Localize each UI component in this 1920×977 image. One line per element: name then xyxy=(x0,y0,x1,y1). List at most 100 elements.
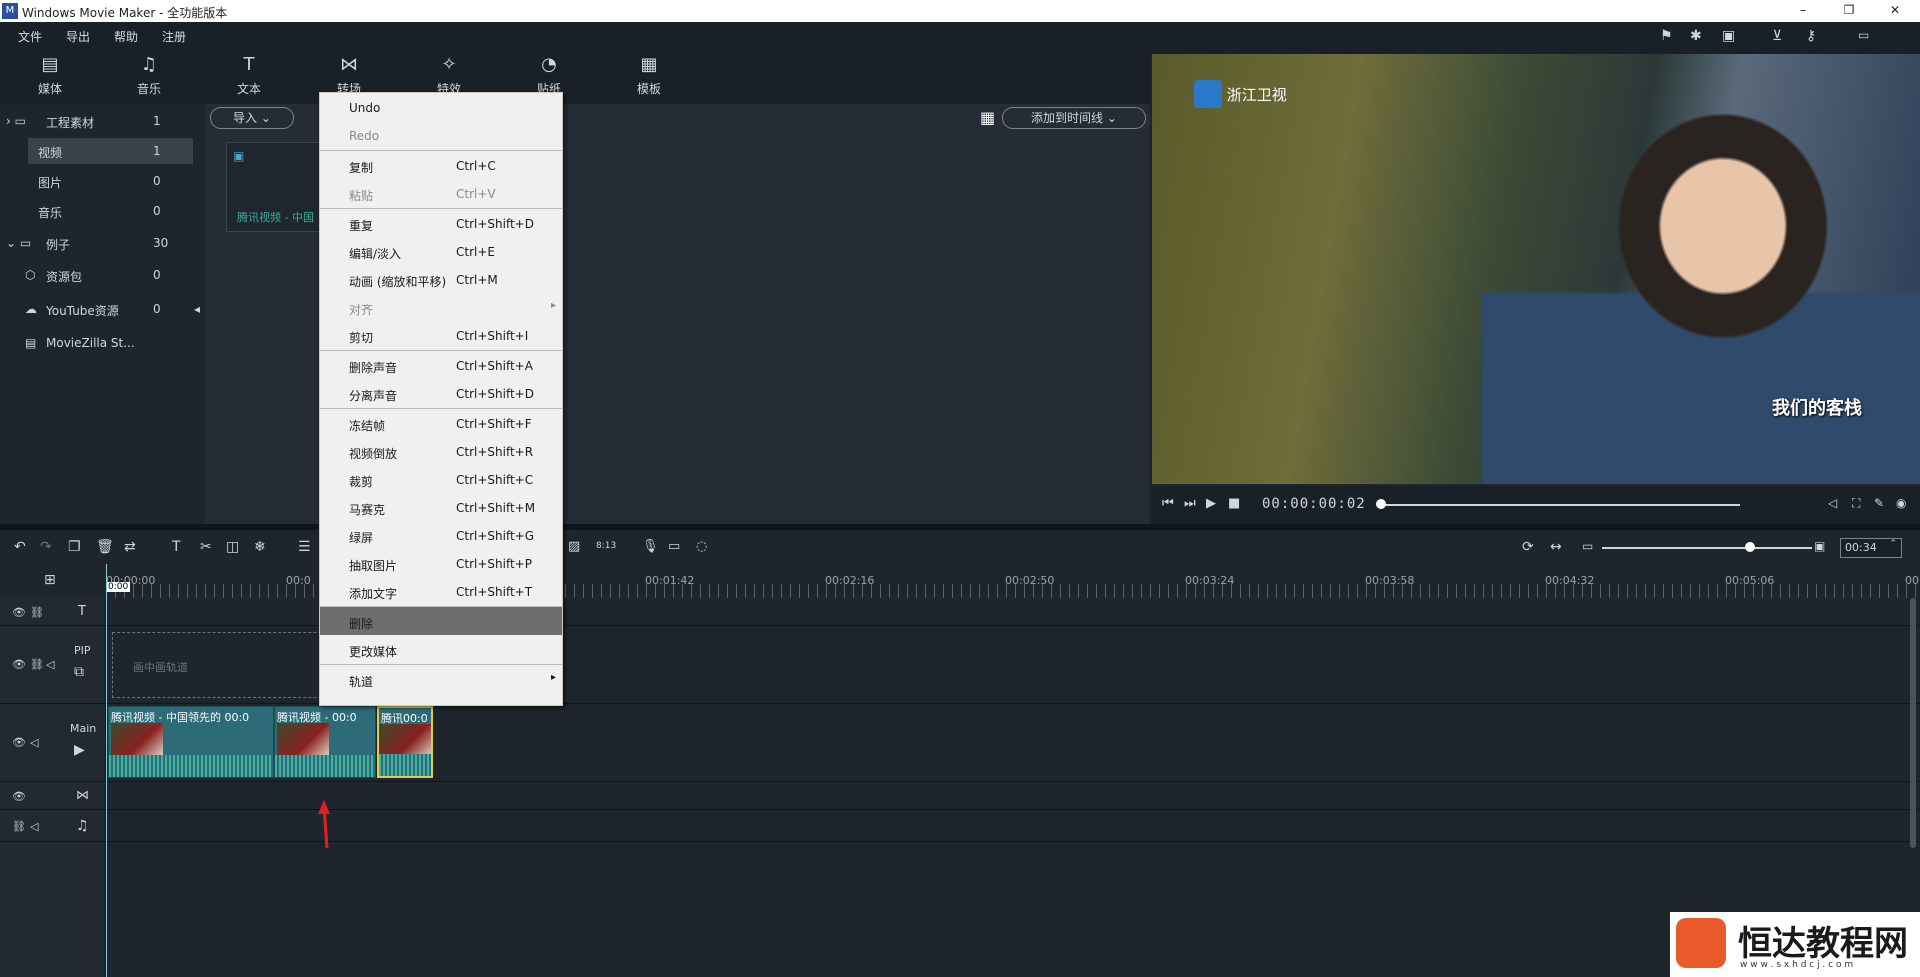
context-menu-item[interactable]: 裁剪 Ctrl+Shift+C xyxy=(320,465,562,493)
aspect-icon[interactable]: ▭ xyxy=(1858,28,1869,42)
context-menu-item[interactable]: Undo xyxy=(320,93,562,121)
timeline-ruler[interactable]: ⊞ 00:00:00 00:0 00:01:42 00:02:16 00:02:… xyxy=(0,564,1920,598)
context-menu-item[interactable]: 抽取图片 Ctrl+Shift+P xyxy=(320,549,562,577)
zoom-out-icon[interactable]: ▭ xyxy=(1582,539,1593,553)
context-menu-item[interactable]: 更改媒体 xyxy=(320,635,562,663)
minimize-icon[interactable]: – xyxy=(1788,0,1818,22)
fit-width-icon[interactable]: ↔ xyxy=(1550,539,1562,555)
link-icon[interactable]: ⛓ xyxy=(30,606,44,619)
context-menu-item[interactable]: 剪切 Ctrl+Shift+I xyxy=(320,321,562,349)
timeline-clip-selected[interactable]: 腾讯00:0 xyxy=(377,706,433,778)
tree-item-video[interactable]: 视频 1 xyxy=(28,138,193,164)
skip-start-icon[interactable]: ⏮ xyxy=(1162,496,1174,511)
save-icon[interactable]: ▣ xyxy=(1722,28,1735,44)
cart-icon[interactable]: ⊻ xyxy=(1772,28,1782,44)
tree-item-youtube[interactable]: ☁ YouTube资源 0 ◂ xyxy=(0,296,205,322)
close-icon[interactable]: ✕ xyxy=(1880,0,1910,22)
context-menu-item[interactable]: 冻结帧 Ctrl+Shift+F xyxy=(320,409,562,437)
align-icon[interactable]: ☰ xyxy=(298,539,311,555)
zoom-in-icon[interactable]: ▣ xyxy=(1814,539,1825,553)
track-manager-icon[interactable]: ⊞ xyxy=(44,572,56,588)
seek-slider[interactable] xyxy=(1380,504,1740,506)
context-menu-item[interactable]: 删除 xyxy=(320,607,562,635)
pin-icon[interactable]: ⚑ xyxy=(1660,28,1673,44)
context-menu-item[interactable]: 重复 Ctrl+Shift+D xyxy=(320,209,562,237)
timeline-clip[interactable]: 腾讯视频 - 00:0 xyxy=(274,706,376,778)
eye-icon[interactable]: 👁 xyxy=(12,736,26,749)
delete-icon[interactable]: 🗑 xyxy=(96,539,114,555)
add-to-timeline-dropdown[interactable]: 添加到时间线 ⌄ xyxy=(1002,107,1146,129)
undo-icon[interactable]: ↶ xyxy=(14,539,26,555)
tree-item-project[interactable]: › ▭ 工程素材 1 xyxy=(0,108,205,134)
redo-icon[interactable]: ↷ xyxy=(40,539,52,555)
speaker-icon[interactable]: ◁ xyxy=(30,820,38,833)
snapshot-icon[interactable]: ◉ xyxy=(1896,496,1906,510)
cut-icon[interactable]: ✂ xyxy=(200,539,212,555)
tree-item-example[interactable]: ⌄ ▭ 例子 30 xyxy=(0,230,205,256)
paint-icon[interactable]: ✎ xyxy=(1874,496,1884,510)
pip-track[interactable]: 👁 ⛓ ◁ PIP ⧉ 画中画轨道 xyxy=(0,626,1920,704)
context-menu-item[interactable]: 绿屏 Ctrl+Shift+G xyxy=(320,521,562,549)
zoom-value-field[interactable]: 00:34 ⌃ xyxy=(1840,538,1902,558)
toolbar-text[interactable]: T 文本 xyxy=(214,52,284,102)
zoom-handle[interactable] xyxy=(1745,542,1755,552)
restore-icon[interactable]: ❐ xyxy=(1834,0,1864,22)
record-screen-icon[interactable]: ◌ xyxy=(696,539,707,554)
timeline-clip[interactable]: 腾讯视频 - 中国领先的 00:0 xyxy=(108,706,274,778)
replace-icon[interactable]: ⇄ xyxy=(124,539,136,555)
key-icon[interactable]: ⚷ xyxy=(1806,28,1816,44)
grid-view-icon[interactable]: ▦ xyxy=(980,108,995,127)
camera-icon[interactable]: ▭ xyxy=(668,539,680,554)
context-menu-item[interactable]: 轨道 ▸ xyxy=(320,665,562,693)
menu-export[interactable]: 导出 xyxy=(66,28,90,45)
speaker-icon[interactable]: ◁ xyxy=(30,736,38,749)
menu-help[interactable]: 帮助 xyxy=(114,28,138,45)
stop-icon[interactable]: ■ xyxy=(1228,496,1240,511)
main-track[interactable]: 👁 ◁ Main ▶ 腾讯视频 - 中国领先的 00:0 腾讯视频 - 00:0… xyxy=(0,704,1920,782)
import-dropdown[interactable]: 导入 ⌄ xyxy=(210,107,294,129)
context-menu-item[interactable]: 马赛克 Ctrl+Shift+M xyxy=(320,493,562,521)
collapse-arrow-icon[interactable]: ◂ xyxy=(194,302,200,316)
play-icon[interactable]: ▶ xyxy=(1206,496,1216,511)
toolbar-media[interactable]: ▤ 媒体 xyxy=(15,52,85,102)
ratio-icon[interactable]: 8:13 xyxy=(596,541,616,551)
context-menu-item[interactable]: 复制 Ctrl+C xyxy=(320,151,562,179)
tree-item-image[interactable]: 图片 0 xyxy=(0,168,205,194)
link-icon[interactable]: ⛓ xyxy=(12,820,26,833)
seek-handle[interactable] xyxy=(1376,499,1386,509)
speaker-icon[interactable]: ◁ xyxy=(46,658,54,671)
music-track[interactable]: ⛓ ◁ ♫ xyxy=(0,810,1920,842)
mic-icon[interactable]: 🎙 xyxy=(642,539,659,554)
tree-item-pack[interactable]: ⬡ 资源包 0 xyxy=(0,262,205,288)
transition-track[interactable]: 👁 ⋈ xyxy=(0,782,1920,810)
step-forward-icon[interactable]: ⏭ xyxy=(1184,496,1196,511)
context-menu-item[interactable]: 编辑/淡入 Ctrl+E xyxy=(320,237,562,265)
split-icon[interactable]: ◫ xyxy=(226,539,239,555)
menu-register[interactable]: 注册 xyxy=(162,28,186,45)
eye-icon[interactable]: 👁 xyxy=(12,790,26,803)
context-menu-item[interactable]: 分离声音 Ctrl+Shift+D xyxy=(320,379,562,407)
video-preview[interactable]: 浙江卫视 我们的客栈 xyxy=(1152,54,1920,484)
text-track[interactable]: 👁 ⛓ T xyxy=(0,598,1920,626)
refresh-icon[interactable]: ⟳ xyxy=(1522,539,1534,555)
link-icon[interactable]: ⛓ xyxy=(30,658,44,671)
context-menu-item[interactable]: 动画 (缩放和平移) Ctrl+M xyxy=(320,265,562,293)
playhead-line[interactable] xyxy=(106,564,107,977)
toolbar-template[interactable]: ▦ 模板 xyxy=(614,52,684,102)
context-menu-item[interactable]: 添加文字 Ctrl+Shift+T xyxy=(320,577,562,605)
mosaic-icon[interactable]: ▨ xyxy=(568,539,580,554)
eye-icon[interactable]: 👁 xyxy=(12,606,26,619)
star-icon[interactable]: ✱ xyxy=(1690,28,1702,44)
timeline-scrollbar[interactable] xyxy=(1910,598,1916,848)
freeze-icon[interactable]: ❄ xyxy=(254,539,266,555)
toolbar-music[interactable]: ♫ 音乐 xyxy=(114,52,184,102)
tree-item-studio[interactable]: ▤ MovieZilla St... xyxy=(0,330,205,356)
eye-icon[interactable]: 👁 xyxy=(12,658,26,671)
copy-icon[interactable]: ❐ xyxy=(68,539,81,555)
menu-file[interactable]: 文件 xyxy=(18,28,42,45)
context-menu-item[interactable]: 视频倒放 Ctrl+Shift+R xyxy=(320,437,562,465)
text-tool-icon[interactable]: T xyxy=(172,539,181,555)
fullscreen-icon[interactable]: ⛶ xyxy=(1852,496,1860,511)
context-menu-item[interactable]: 删除声音 Ctrl+Shift+A xyxy=(320,351,562,379)
zoom-slider[interactable] xyxy=(1602,547,1812,549)
